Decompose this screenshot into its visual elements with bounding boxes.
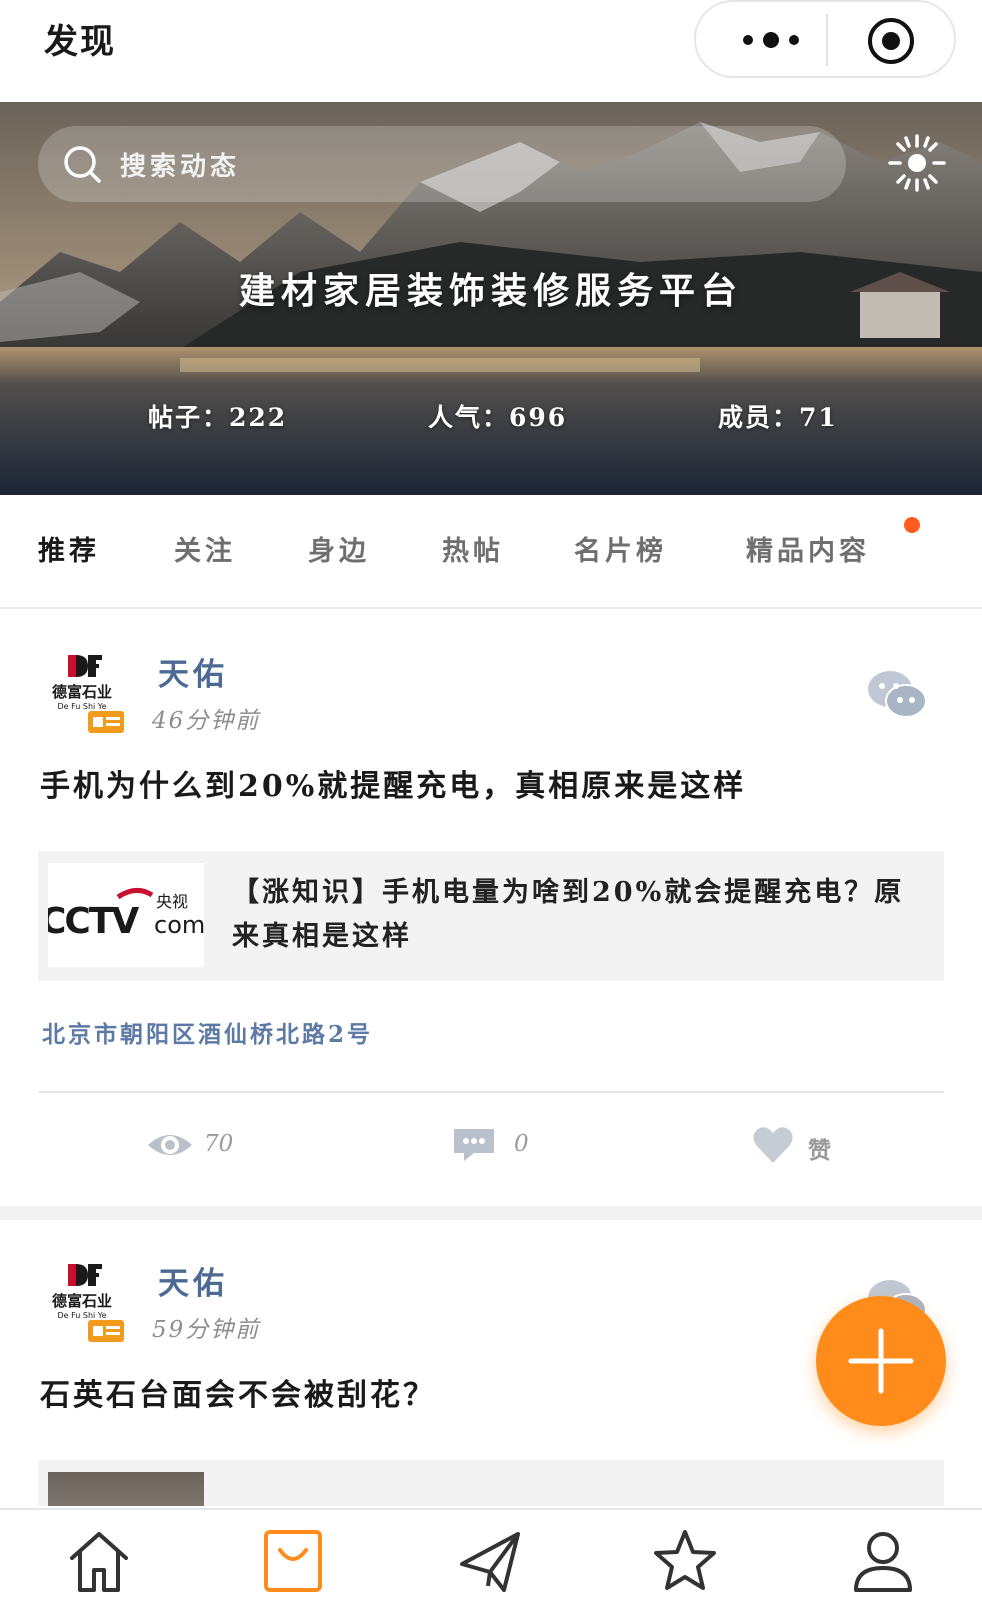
avatar[interactable]: 德富石业 De Fu Shi Ye <box>44 647 130 735</box>
tab-hot[interactable]: 热帖 <box>442 529 504 568</box>
link-thumbnail: CCTV 央视 com <box>48 863 204 967</box>
thumb-logo-text: CCTV <box>48 901 139 942</box>
search-placeholder: 搜索动态 <box>120 152 241 182</box>
thumb-com-text: com <box>154 911 204 939</box>
search-icon <box>64 146 101 183</box>
avatar[interactable]: 德富石业 De Fu Shi Ye <box>44 1256 130 1344</box>
search-bar[interactable]: 搜索动态 <box>38 126 846 202</box>
thumb-cn-text: 央视 <box>156 892 188 911</box>
heart-icon <box>753 1127 793 1163</box>
post-time: 46分钟前 <box>152 708 261 734</box>
stat-popularity: 人气：696 <box>428 403 568 432</box>
card-divider <box>38 1091 944 1093</box>
author-name[interactable]: 天佑 <box>158 1258 228 1303</box>
views-counter: 70 <box>146 1125 246 1169</box>
mini-program-capsule <box>694 0 956 78</box>
shopping-bag-icon[interactable] <box>260 1528 326 1594</box>
post-title[interactable]: 手机为什么到20%就提醒充电，真相原来是这样 <box>40 761 746 805</box>
eye-icon <box>148 1135 192 1155</box>
views-count: 70 <box>204 1131 234 1157</box>
send-icon[interactable] <box>458 1528 524 1594</box>
comment-count: 0 <box>514 1131 529 1157</box>
stat-posts: 帖子：222 <box>148 403 288 432</box>
community-banner: 搜索动态 建材家居装饰装修服务平台 帖子：222 人气：696 成员：71 <box>0 102 982 495</box>
comment-icon <box>454 1129 494 1161</box>
star-icon[interactable] <box>652 1528 718 1594</box>
add-post-button[interactable] <box>816 1296 946 1426</box>
top-bar: 发现 <box>0 0 982 102</box>
banner-title: 建材家居装饰装修服务平台 <box>238 270 743 312</box>
bottom-nav <box>0 1508 982 1600</box>
wechat-share-icon[interactable] <box>866 669 928 721</box>
post-time: 59分钟前 <box>152 1317 261 1343</box>
shared-link-card[interactable] <box>38 1460 944 1506</box>
post-location[interactable]: 北京市朝阳区酒仙桥北路2号 <box>42 1015 373 1049</box>
sun-settings-icon[interactable] <box>886 132 948 194</box>
stat-members: 成员：71 <box>718 403 838 432</box>
comment-button[interactable]: 0 <box>452 1125 552 1169</box>
feed-tabs: 推荐 关注 身边 热帖 名片榜 精品内容 <box>0 495 982 609</box>
capsule-divider <box>826 14 828 66</box>
author-name[interactable]: 天佑 <box>158 649 228 694</box>
page-title: 发现 <box>44 22 116 62</box>
avatar-cn-text: 德富石业 <box>52 1292 112 1310</box>
like-label: 赞 <box>808 1137 831 1164</box>
link-thumbnail <box>48 1472 204 1506</box>
new-badge-dot <box>904 517 920 533</box>
tab-follow[interactable]: 关注 <box>174 529 236 568</box>
like-button[interactable]: 赞 <box>752 1125 852 1169</box>
tab-featured[interactable]: 精品内容 <box>746 529 870 568</box>
tab-nearby[interactable]: 身边 <box>308 529 370 568</box>
avatar-en-text: De Fu Shi Ye <box>57 1311 106 1320</box>
shared-link-card[interactable]: CCTV 央视 com 【涨知识】手机电量为啥到20%就会提醒充电？原来真相是这… <box>38 851 944 981</box>
post-title[interactable]: 石英石台面会不会被刮花？ <box>40 1370 436 1414</box>
tab-recommend[interactable]: 推荐 <box>38 529 100 568</box>
user-icon[interactable] <box>850 1528 916 1594</box>
tab-card-ranking[interactable]: 名片榜 <box>574 529 667 568</box>
target-close-icon[interactable] <box>866 16 916 66</box>
home-icon[interactable] <box>66 1528 132 1594</box>
more-dots-icon[interactable] <box>726 22 816 58</box>
avatar-en-text: De Fu Shi Ye <box>57 702 106 711</box>
post-card[interactable]: 德富石业 De Fu Shi Ye 天佑 46分钟前 手机为什么到20%就提醒充… <box>0 611 982 1206</box>
avatar-cn-text: 德富石业 <box>52 683 112 701</box>
link-title: 【涨知识】手机电量为啥到20%就会提醒充电？原来真相是这样 <box>232 877 905 952</box>
plus-icon <box>848 1328 914 1394</box>
